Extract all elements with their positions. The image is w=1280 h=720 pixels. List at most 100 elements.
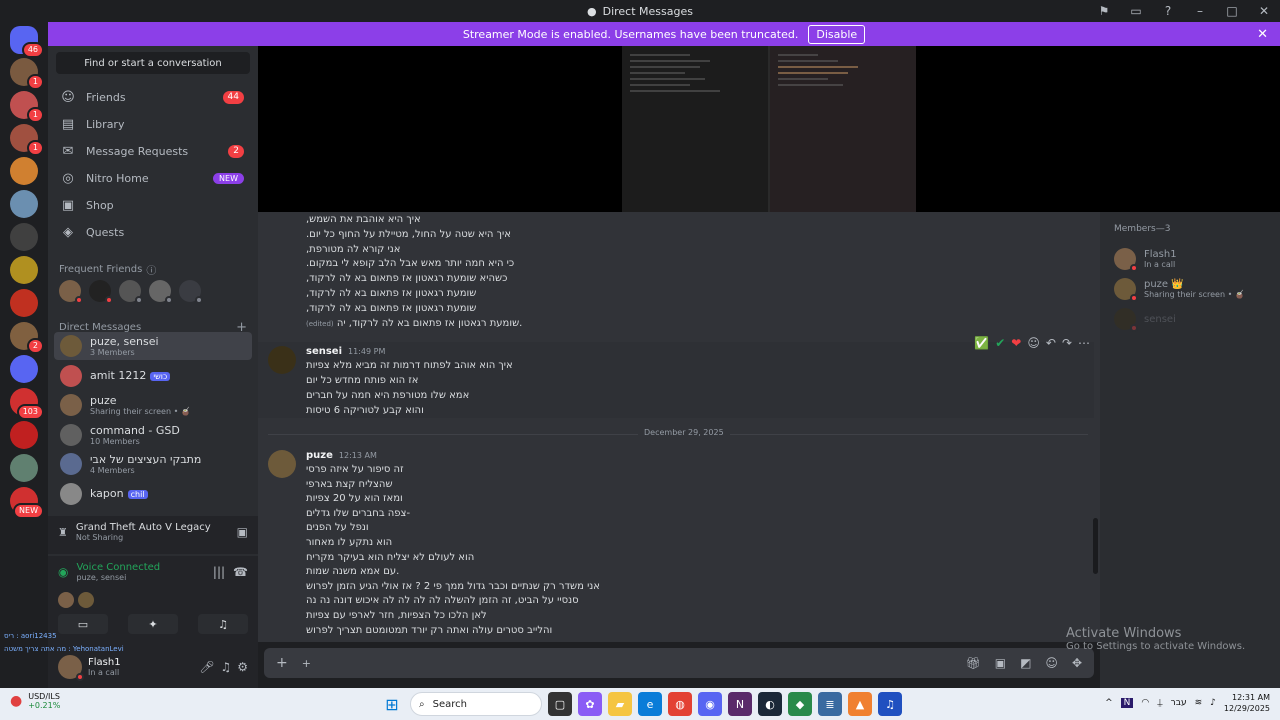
- discord-icon[interactable]: ◉: [698, 692, 722, 716]
- screen-share-button[interactable]: ▭: [58, 614, 108, 634]
- tray-icon[interactable]: N: [1120, 698, 1134, 708]
- user-name: Flash1: [88, 657, 121, 668]
- avatar[interactable]: [58, 655, 84, 681]
- check-reaction-icon[interactable]: ✔: [995, 336, 1005, 350]
- reply-icon[interactable]: ↶: [1046, 336, 1056, 350]
- nav-item-nitro-home[interactable]: ◎ Nitro Home NEW: [56, 165, 252, 191]
- gear-icon[interactable]: ⚙: [237, 660, 248, 674]
- server-icon[interactable]: 1: [10, 58, 44, 90]
- server-icon[interactable]: [10, 157, 38, 185]
- home-button[interactable]: 46: [10, 26, 44, 58]
- server-icon[interactable]: NEW: [10, 487, 44, 519]
- notepad-icon[interactable]: ≣: [818, 692, 842, 716]
- gift-icon[interactable]: 🎁︎: [966, 656, 981, 670]
- microphone-icon[interactable]: 🎤︎: [199, 660, 214, 674]
- gif-icon[interactable]: ▣: [995, 656, 1006, 670]
- dm-item[interactable]: command - GSD 10 Members: [54, 421, 252, 449]
- disconnect-icon[interactable]: ☎: [233, 565, 248, 579]
- avatar[interactable]: [89, 280, 113, 304]
- activity-button[interactable]: ✦: [128, 614, 178, 634]
- server-icon[interactable]: [10, 421, 38, 449]
- server-icon[interactable]: [10, 190, 38, 218]
- stream-preview[interactable]: [258, 46, 1280, 212]
- nav-item-shop[interactable]: ▣ Shop: [56, 192, 252, 218]
- emoji-icon[interactable]: ☺: [1045, 656, 1058, 670]
- copilot-icon[interactable]: ✿: [578, 692, 602, 716]
- taskbar-search[interactable]: ⌕ Search: [410, 692, 542, 716]
- avatar[interactable]: [268, 450, 296, 478]
- server-icon[interactable]: [10, 355, 38, 383]
- forward-icon[interactable]: ↷: [1062, 336, 1072, 350]
- server-icon[interactable]: [10, 223, 38, 251]
- avatar[interactable]: [119, 280, 143, 304]
- nav-item-quests[interactable]: ◈ Quests: [56, 219, 252, 245]
- window-title: ● Direct Messages: [587, 4, 693, 18]
- server-icon[interactable]: 103: [10, 388, 44, 420]
- clock[interactable]: 12:31 AM 12/29/2025: [1224, 692, 1270, 714]
- avatar[interactable]: [149, 280, 173, 304]
- task-view-icon[interactable]: ▢: [548, 692, 572, 716]
- volume-icon[interactable]: ♪: [1210, 698, 1216, 708]
- app-icon[interactable]: ◆: [788, 692, 812, 716]
- start-icon[interactable]: ⊞: [380, 692, 404, 716]
- language-indicator[interactable]: עבר: [1171, 698, 1187, 708]
- server-icon[interactable]: 1: [10, 124, 44, 156]
- headphones-icon[interactable]: ♫: [220, 660, 231, 674]
- chevron-up-icon[interactable]: ^: [1105, 698, 1113, 708]
- soundboard-button[interactable]: ♫: [198, 614, 248, 634]
- apps-grid-icon[interactable]: ✥: [1072, 656, 1082, 670]
- apps-icon[interactable]: +: [302, 657, 311, 670]
- member-item[interactable]: Flash1 In a call: [1114, 244, 1266, 274]
- add-reaction-icon[interactable]: ☺: [1027, 336, 1040, 350]
- steam-icon[interactable]: ◐: [758, 692, 782, 716]
- file-explorer-icon[interactable]: ▰: [608, 692, 632, 716]
- nexus-icon[interactable]: N: [728, 692, 752, 716]
- nav-item-message-requests[interactable]: ✉ Message Requests 2: [56, 138, 252, 164]
- avatar[interactable]: [179, 280, 203, 304]
- avatar[interactable]: [59, 280, 83, 304]
- wifi-icon[interactable]: ◠: [1141, 698, 1149, 708]
- scrollbar[interactable]: [1093, 518, 1098, 574]
- heart-reaction-icon[interactable]: ❤: [1011, 336, 1021, 350]
- headset-icon[interactable]: ♫: [878, 692, 902, 716]
- screen-share-icon[interactable]: ▭: [1120, 0, 1152, 22]
- chrome-icon[interactable]: ◍: [668, 692, 692, 716]
- nav-item-library[interactable]: ▤ Library: [56, 111, 252, 137]
- share-game-icon[interactable]: ▣: [237, 525, 248, 539]
- more-icon[interactable]: ⋯: [1078, 336, 1090, 350]
- search-input[interactable]: Find or start a conversation: [56, 52, 250, 74]
- message-author[interactable]: puze 12:13 AM: [306, 450, 377, 461]
- nav-item-friends[interactable]: ☺ Friends 44: [56, 84, 252, 110]
- app-icon[interactable]: ▲: [848, 692, 872, 716]
- maximize-button[interactable]: □: [1216, 0, 1248, 22]
- disable-button[interactable]: Disable: [808, 24, 866, 44]
- wifi-icon[interactable]: ≋: [1195, 698, 1203, 708]
- server-icon[interactable]: [10, 256, 38, 284]
- member-item[interactable]: puze 👑 Sharing their screen • 🧉: [1114, 274, 1266, 304]
- message-author[interactable]: sensei 11:49 PM: [306, 346, 385, 357]
- dm-item[interactable]: kapon chil: [54, 480, 252, 508]
- microphone-tray-icon[interactable]: ⍊: [1157, 698, 1162, 708]
- server-icon[interactable]: [10, 454, 38, 482]
- inbox-icon[interactable]: ⚑: [1088, 0, 1120, 22]
- dm-item[interactable]: מתבקי העציצים של אבי 4 Members: [54, 450, 252, 478]
- dm-item[interactable]: puze, sensei 3 Members: [54, 332, 252, 360]
- message-composer[interactable]: + + 🎁︎ ▣ ◩ ☺ ✥: [264, 648, 1094, 678]
- dm-item[interactable]: amit 1212 כושי: [54, 362, 252, 390]
- dm-item[interactable]: puze Sharing their screen • 🧉: [54, 391, 252, 419]
- check-reaction-icon[interactable]: ✅: [974, 336, 989, 350]
- minimize-button[interactable]: –: [1184, 0, 1216, 22]
- close-icon[interactable]: ✕: [1257, 27, 1268, 42]
- server-icon[interactable]: 2: [10, 322, 44, 354]
- plus-icon[interactable]: +: [276, 655, 288, 671]
- server-icon[interactable]: 1: [10, 91, 44, 123]
- widgets-button[interactable]: ● USD/ILS +0.21%: [10, 692, 60, 710]
- avatar[interactable]: [268, 346, 296, 374]
- server-icon[interactable]: [10, 289, 38, 317]
- edge-icon[interactable]: e: [638, 692, 662, 716]
- sticker-icon[interactable]: ◩: [1020, 656, 1031, 670]
- member-item[interactable]: sensei: [1114, 304, 1266, 334]
- close-button[interactable]: ✕: [1248, 0, 1280, 22]
- noise-suppression-icon[interactable]: |||: [213, 565, 225, 579]
- help-icon[interactable]: ?: [1152, 0, 1184, 22]
